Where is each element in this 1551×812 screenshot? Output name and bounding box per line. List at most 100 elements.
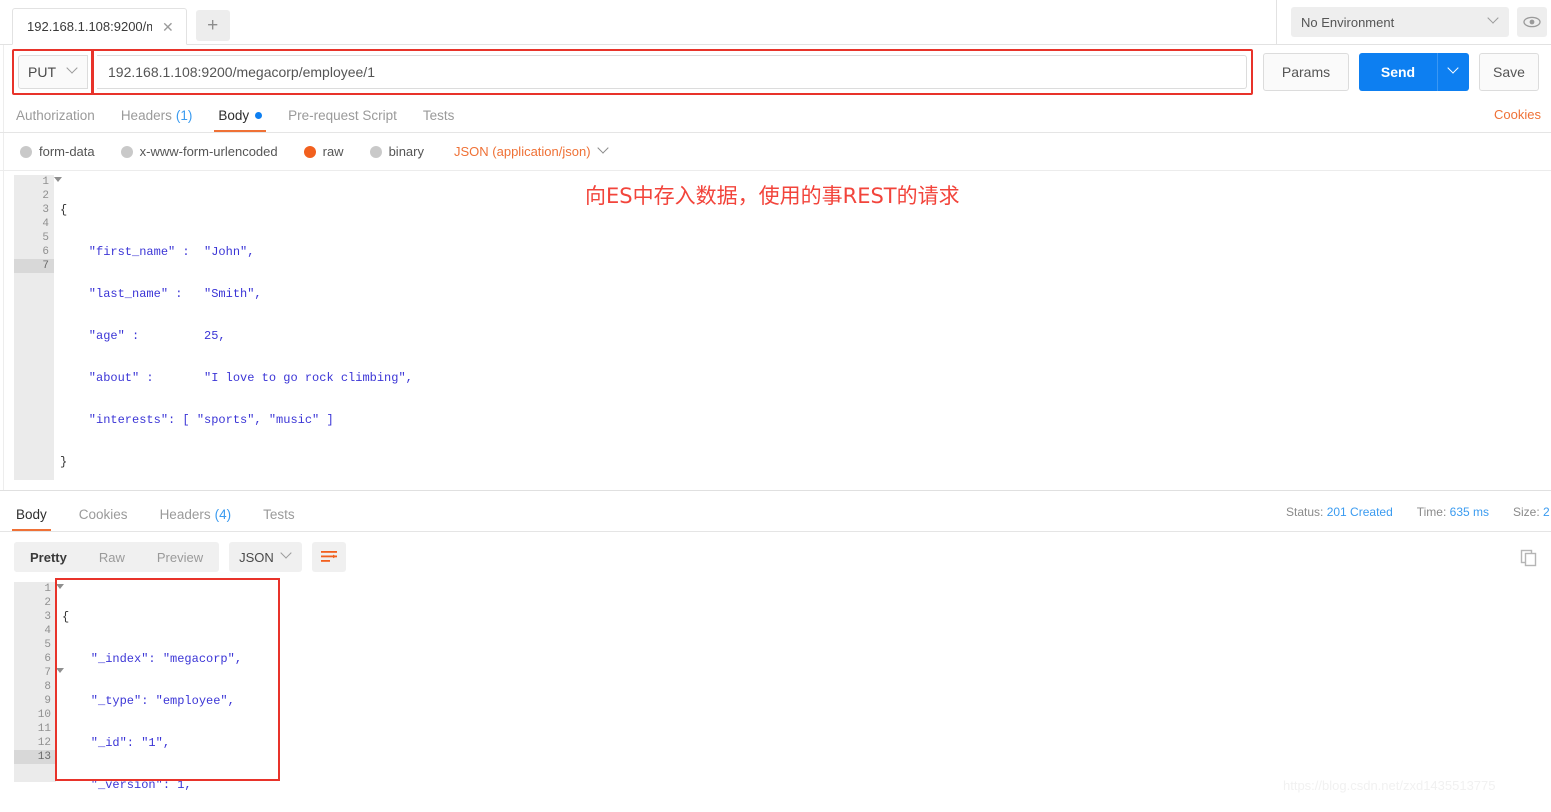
new-tab-button[interactable]: + — [195, 10, 230, 41]
status-label: Status: — [1286, 505, 1324, 519]
status-badge: Status: 201 Created — [1286, 505, 1393, 519]
content-type-label: JSON (application/json) — [454, 144, 591, 159]
gutter-line[interactable]: 1 — [14, 175, 62, 189]
radio-icon — [369, 145, 382, 158]
response-tab-cookies[interactable]: Cookies — [79, 498, 128, 531]
tab-label: Headers — [159, 507, 211, 522]
response-tab-headers[interactable]: Headers (4) — [160, 498, 232, 531]
gutter-line[interactable]: 11 — [14, 722, 56, 736]
chevron-down-icon — [599, 147, 609, 157]
gutter-line[interactable]: 1 — [14, 582, 64, 596]
tab-label: Pre-request Script — [288, 108, 397, 123]
body-modified-dot-icon — [255, 112, 263, 119]
close-icon[interactable]: ✕ — [162, 20, 174, 34]
word-wrap-button[interactable] — [311, 542, 346, 572]
tab-body[interactable]: Body — [214, 99, 266, 132]
gutter-line[interactable]: 5 — [14, 638, 56, 652]
request-body-code[interactable]: { "first_name" : "John", "last_name" : "… — [60, 175, 1551, 480]
tab-authorization[interactable]: Authorization — [16, 99, 95, 132]
response-meta: Status: 201 Created Time: 635 ms Size: 2 — [1286, 505, 1551, 519]
eye-icon — [1523, 16, 1541, 28]
copy-icon — [1520, 549, 1537, 567]
plus-icon: + — [207, 15, 219, 36]
gutter-line[interactable]: 4 — [14, 217, 54, 231]
response-separator — [0, 490, 1551, 491]
gutter-line[interactable]: 2 — [14, 189, 54, 203]
send-button[interactable]: Send — [1359, 53, 1437, 91]
view-mode-preview[interactable]: Preview — [141, 542, 219, 572]
url-highlight-box — [91, 49, 1253, 95]
body-type-binary[interactable]: binary — [369, 144, 424, 159]
gutter-line[interactable]: 8 — [14, 680, 56, 694]
body-type-row: form-data x-www-form-urlencoded raw bina… — [0, 133, 1551, 171]
gutter-line[interactable]: 6 — [14, 652, 56, 666]
response-body-code[interactable]: { "_index": "megacorp", "_type": "employ… — [62, 582, 1551, 792]
gutter-line[interactable]: 3 — [14, 610, 56, 624]
view-mode-raw[interactable]: Raw — [83, 542, 141, 572]
chevron-down-icon — [282, 552, 292, 562]
response-format-label: JSON — [239, 549, 274, 565]
content-type-select[interactable]: JSON (application/json) — [454, 144, 609, 159]
line-number: 1 — [44, 583, 51, 595]
code-line: } — [60, 455, 68, 469]
gutter-line[interactable]: 9 — [14, 694, 56, 708]
gutter-line[interactable]: 7 — [14, 259, 54, 273]
environment-select[interactable]: No Environment — [1291, 7, 1509, 37]
send-label: Send — [1380, 64, 1416, 80]
tab-label: Authorization — [16, 108, 95, 123]
tab-headers[interactable]: Headers (1) — [121, 99, 193, 132]
send-options-button[interactable] — [1437, 53, 1469, 91]
body-type-urlencoded[interactable]: x-www-form-urlencoded — [120, 144, 278, 159]
body-type-form-data[interactable]: form-data — [20, 144, 95, 159]
gutter-line[interactable]: 6 — [14, 245, 54, 259]
body-type-raw[interactable]: raw — [303, 144, 344, 159]
gutter-line[interactable]: 3 — [14, 203, 54, 217]
gutter-line[interactable]: 4 — [14, 624, 56, 638]
headers-count: (1) — [175, 108, 193, 123]
response-editor-gutter: 1 2 3 4 5 6 7 8 9 10 11 12 13 — [14, 582, 64, 782]
cookies-link[interactable]: Cookies — [1494, 107, 1541, 122]
body-type-label: x-www-form-urlencoded — [139, 144, 278, 159]
copy-response-button[interactable] — [1515, 545, 1543, 571]
response-tab-body[interactable]: Body — [12, 498, 51, 531]
tab-pre-request-script[interactable]: Pre-request Script — [288, 99, 397, 132]
code-line: "_id": "1", — [62, 736, 171, 750]
line-number: 1 — [42, 176, 49, 188]
http-method-select[interactable]: PUT — [18, 55, 88, 89]
code-line: "age" : 25, — [60, 329, 226, 343]
params-label: Params — [1281, 64, 1331, 80]
gutter-line[interactable]: 7 — [14, 666, 64, 680]
postman-window: 192.168.1.108:9200/m ✕ + No Environment — [0, 0, 1551, 812]
environment-quick-look-button[interactable] — [1517, 7, 1547, 37]
response-tab-tests[interactable]: Tests — [263, 498, 295, 531]
headers-count: (4) — [214, 507, 232, 522]
request-body-editor[interactable]: 1 2 3 4 5 6 7 { "first_name" : "John", "… — [14, 175, 1551, 480]
annotation-text: 向ES中存入数据，使用的事REST的请求 — [585, 184, 960, 208]
view-mode-pretty[interactable]: Pretty — [14, 542, 83, 572]
gutter-line[interactable]: 5 — [14, 231, 54, 245]
time-badge: Time: 635 ms — [1417, 505, 1489, 519]
gutter-line[interactable]: 10 — [14, 708, 56, 722]
time-label: Time: — [1416, 505, 1447, 519]
gutter-line[interactable]: 12 — [14, 736, 56, 750]
gutter-line[interactable]: 2 — [14, 596, 56, 610]
request-tab[interactable]: 192.168.1.108:9200/m ✕ — [12, 8, 187, 45]
method-highlight-box: PUT — [12, 49, 94, 95]
save-button[interactable]: Save — [1479, 53, 1539, 91]
tab-label: Body — [16, 507, 47, 522]
tab-label: Tests — [422, 108, 455, 123]
size-value: 2 — [1543, 505, 1550, 519]
response-body-editor[interactable]: 1 2 3 4 5 6 7 8 9 10 11 12 13 { "_index"… — [14, 582, 1551, 797]
url-input[interactable] — [97, 55, 1247, 89]
params-button[interactable]: Params — [1263, 53, 1349, 91]
response-format-select[interactable]: JSON — [229, 542, 302, 572]
tab-label: Headers — [120, 108, 172, 123]
tab-tests[interactable]: Tests — [423, 99, 455, 132]
response-toolbar: Pretty Raw Preview JSON — [0, 532, 1551, 582]
code-line: "_type": "employee", — [62, 694, 235, 708]
gutter-line[interactable]: 13 — [14, 750, 56, 764]
code-line: "first_name" : "John", — [60, 245, 255, 259]
watermark-text: https://blog.csdn.net/zxd1435513775 — [1283, 778, 1496, 793]
tab-strip: 192.168.1.108:9200/m ✕ + — [0, 0, 230, 45]
body-type-label: binary — [388, 144, 424, 159]
